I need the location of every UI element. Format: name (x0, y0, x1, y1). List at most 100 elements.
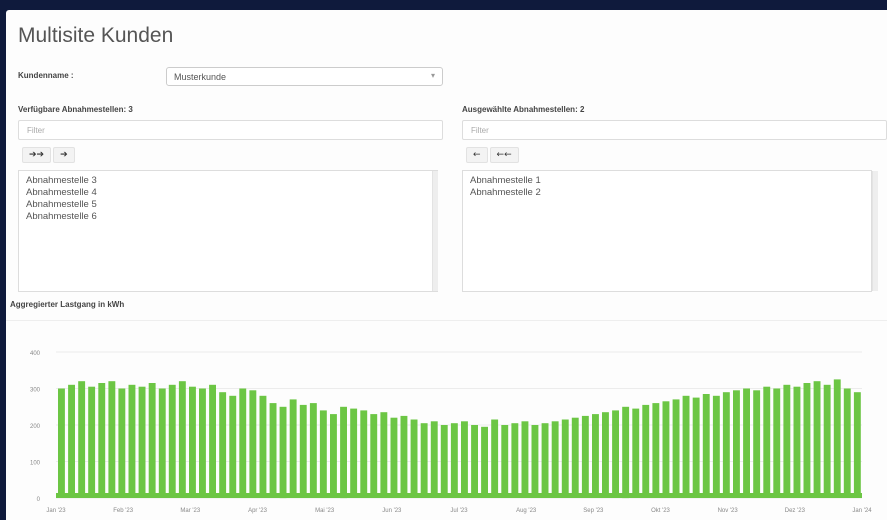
chart-bar (743, 388, 750, 498)
move-one-right-button[interactable]: ➔ (53, 147, 75, 163)
chart-bar (330, 414, 337, 498)
chart-bar (622, 406, 630, 499)
x-tick-label: Sep '23 (583, 508, 604, 514)
chart-bar (370, 414, 378, 498)
chart-bar (481, 426, 488, 498)
chart-bar (189, 386, 196, 498)
chart-bar (773, 388, 781, 498)
chart-bar (178, 381, 186, 498)
chart-bar (68, 384, 75, 498)
chart-bar (380, 412, 388, 498)
chart-bar (843, 388, 851, 498)
move-one-left-button[interactable]: ← (466, 147, 488, 163)
chart-bar (652, 403, 660, 498)
chart-bar (88, 386, 96, 498)
page-title: Multisite Kunden (18, 24, 174, 47)
chart-bar (350, 408, 358, 498)
chart-bar (672, 399, 680, 498)
chart-bar (642, 404, 650, 498)
divider (6, 320, 887, 321)
selected-scrollbar[interactable] (872, 171, 878, 291)
chart-bar (78, 381, 86, 498)
chart-bar (430, 421, 438, 498)
chart-bar (823, 384, 831, 498)
move-all-right-button[interactable]: ➔➔ (22, 147, 52, 163)
selected-filter-input[interactable]: Filter (462, 120, 887, 140)
chart-bar (551, 421, 559, 498)
list-item[interactable]: Abnahmestelle 1 (470, 175, 864, 187)
x-tick-label: Jul '23 (450, 508, 468, 514)
available-label: Verfügbare Abnahmestellen: 3 (18, 105, 133, 114)
chart-bar (692, 397, 700, 498)
chart-bar (98, 383, 106, 498)
x-tick-label: Mai '23 (315, 508, 335, 514)
load-profile-chart[interactable]: 400 300 200 100 0 Jan '23 Feb '23 Mar '23 Apr '… (6, 340, 887, 520)
chart-bar (289, 399, 297, 498)
customer-select-value: Musterkunde (174, 72, 227, 82)
chart-bar (491, 419, 499, 498)
x-tick-label: Jun '23 (382, 508, 402, 514)
x-tick-label: Jan '23 (46, 508, 66, 514)
x-tick-label: Aug '23 (516, 508, 537, 514)
chevron-down-icon: ▾ (430, 71, 435, 80)
chart-bar (501, 425, 509, 498)
list-item[interactable]: Abnahmestelle 6 (26, 211, 430, 223)
customer-select[interactable]: Musterkunde ▾ (166, 67, 443, 86)
chart-bar (592, 414, 599, 498)
chart-bar (541, 423, 549, 498)
chart-bar (58, 388, 65, 498)
chart-bar (309, 403, 317, 498)
chart-bar (440, 425, 448, 498)
x-tick-label: Apr '23 (248, 508, 267, 514)
chart-bar (581, 415, 589, 498)
baseline-area (56, 493, 862, 498)
selected-label: Ausgewählte Abnahmestellen: 2 (462, 105, 585, 114)
x-tick-label: Okt '23 (651, 508, 670, 514)
chart-bar (763, 386, 771, 498)
y-tick-label: 0 (37, 497, 41, 503)
list-item[interactable]: Abnahmestelle 3 (26, 175, 430, 187)
chart-bar (400, 415, 408, 498)
y-tick-label: 300 (30, 388, 41, 394)
y-tick-label: 100 (30, 461, 41, 467)
chart-bar (702, 394, 710, 498)
chart-bar (148, 383, 156, 498)
selected-move-toolbar: ← ←← (466, 147, 519, 163)
available-scrollbar[interactable] (432, 171, 438, 291)
chart-bar (662, 401, 670, 498)
y-tick-label: 200 (30, 424, 41, 430)
list-item[interactable]: Abnahmestelle 4 (26, 187, 430, 199)
selected-list[interactable]: Abnahmestelle 1 Abnahmestelle 2 (462, 170, 872, 292)
move-all-left-button[interactable]: ←← (489, 147, 519, 163)
x-tick-label: Jan '24 (852, 508, 872, 514)
chart-bar (753, 390, 761, 498)
chart-bar (632, 408, 640, 498)
chart-bar (239, 388, 247, 498)
chart-bar (269, 403, 277, 498)
chart-bar (833, 379, 841, 498)
chart-bar (461, 421, 468, 498)
chart-bar (209, 384, 216, 498)
chart-bar (168, 384, 176, 498)
available-list[interactable]: Abnahmestelle 3 Abnahmestelle 4 Abnahmes… (18, 170, 438, 292)
chart-bar (249, 390, 257, 498)
chart-bar (360, 410, 368, 498)
chart-bar (199, 388, 206, 498)
list-item[interactable]: Abnahmestelle 5 (26, 199, 430, 211)
chart-bar (783, 384, 791, 498)
available-filter-input[interactable]: Filter (18, 120, 443, 140)
chart-bar (229, 395, 237, 498)
chart-bar (219, 392, 227, 498)
chart-bar (108, 381, 116, 498)
chart-bar (511, 423, 519, 498)
chart-bar (410, 419, 418, 498)
chart-bar (813, 381, 821, 498)
chart-bar (279, 406, 287, 499)
chart-bar (319, 410, 327, 498)
customer-label: Kundenname : (18, 71, 74, 80)
list-item[interactable]: Abnahmestelle 2 (470, 187, 864, 199)
chart-bar (571, 417, 579, 498)
chart-bar (158, 388, 166, 498)
chart-grid (56, 351, 862, 499)
chart-bar (733, 390, 740, 498)
